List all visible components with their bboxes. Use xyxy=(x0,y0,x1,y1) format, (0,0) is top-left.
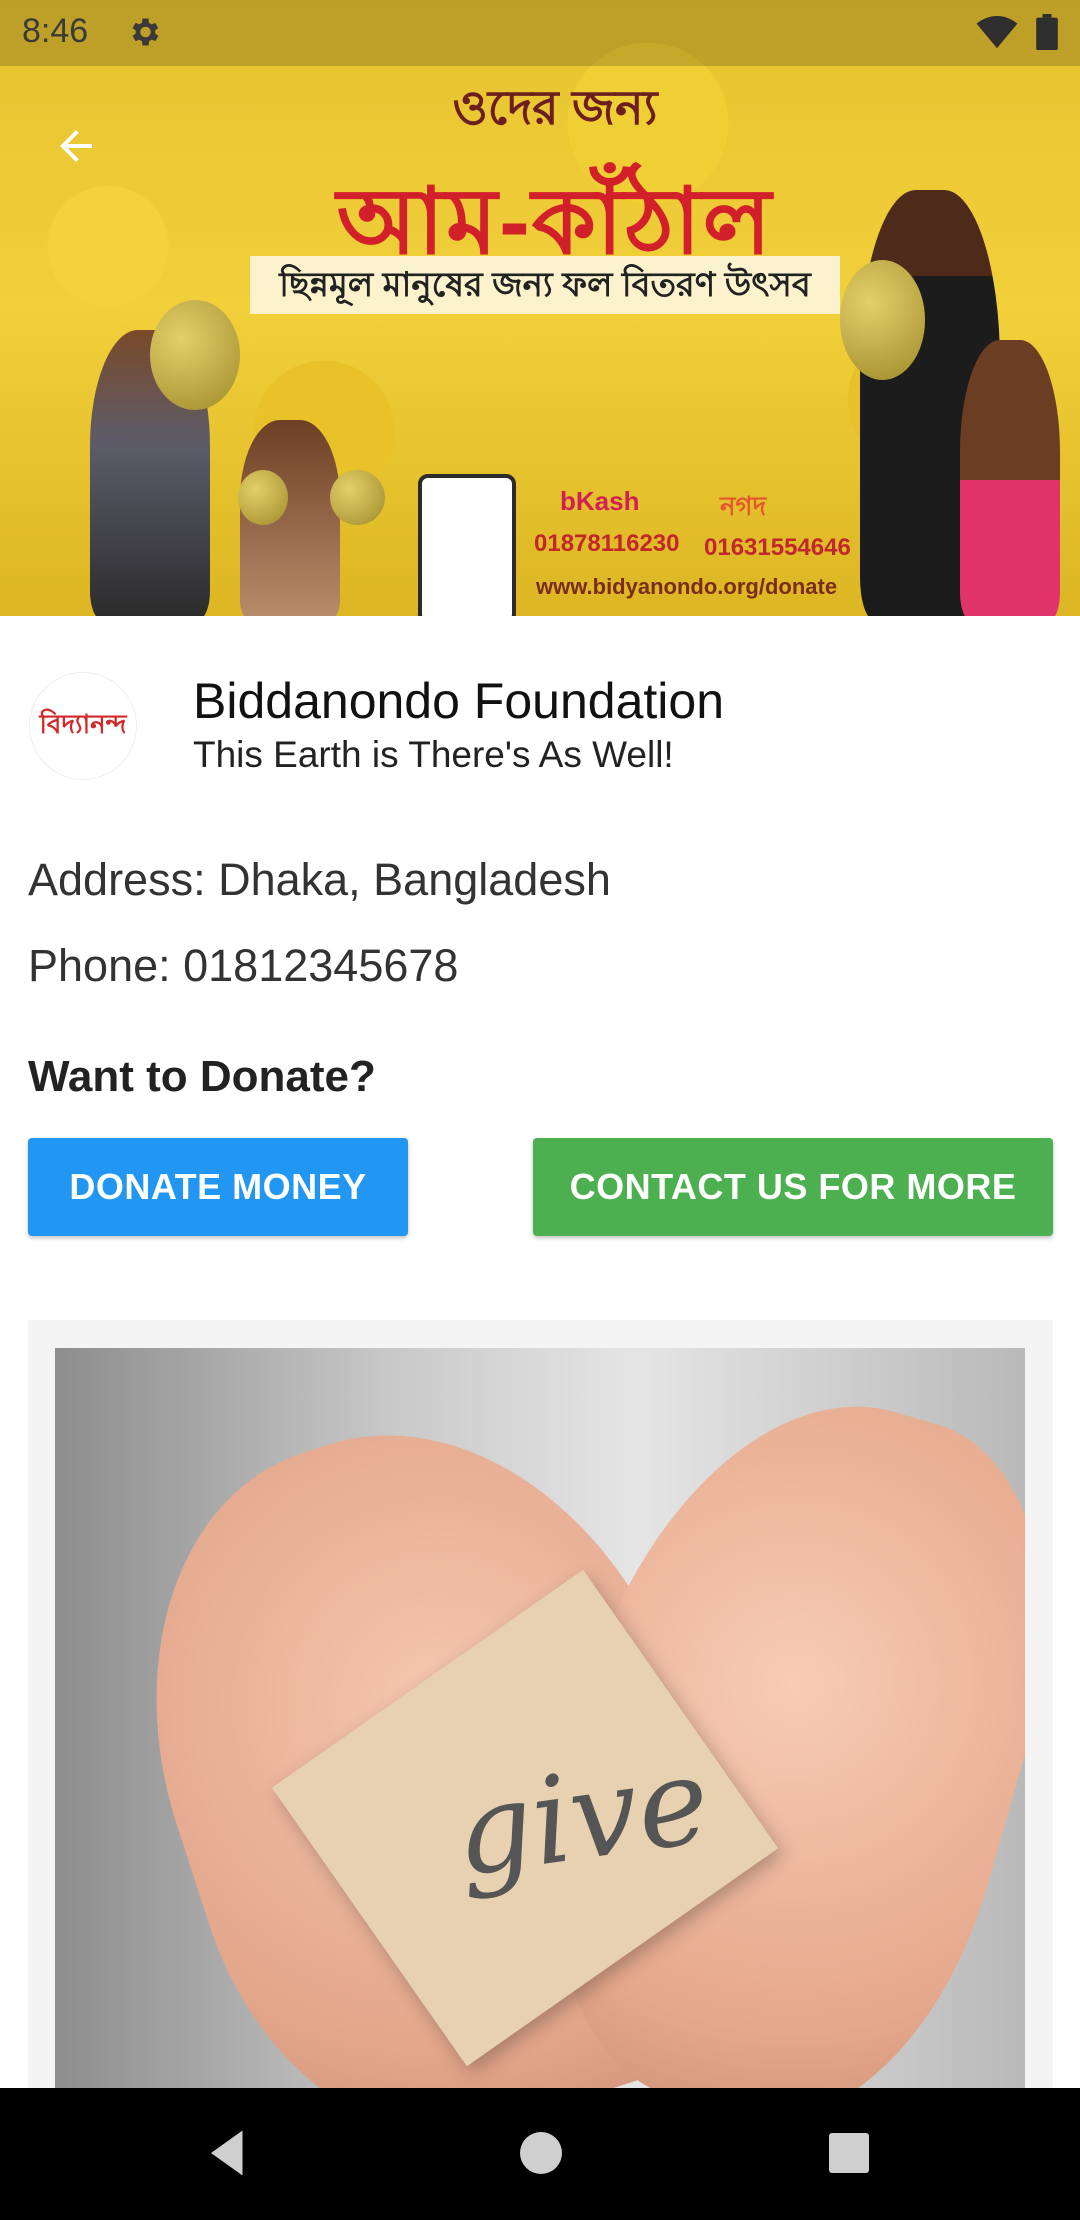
give-hands-image: give xyxy=(55,1348,1025,2088)
nagad-number: 01631554646 xyxy=(704,534,851,561)
org-logo-text: বিদ্যানন্দ xyxy=(39,709,127,739)
org-logo: বিদ্যানন্দ xyxy=(30,673,136,779)
battery-icon xyxy=(1036,14,1058,50)
org-tagline: This Earth is There's As Well! xyxy=(193,734,674,775)
nav-home-icon[interactable] xyxy=(520,2132,562,2174)
poster-subheadline: ছিন্নমূল মানুষের জন্য ফল বিতরণ উৎসব xyxy=(250,256,840,314)
arrow-left-icon xyxy=(60,130,92,162)
org-name: Biddanondo Foundation xyxy=(193,673,725,729)
status-time: 8:46 xyxy=(22,12,89,50)
phone-donate-graphic xyxy=(418,474,516,616)
banner-girl-figure xyxy=(960,340,1060,616)
poster-headline-small: ওদের জন্য xyxy=(452,82,658,135)
address-text: Address: Dhaka, Bangladesh xyxy=(28,854,611,905)
nagad-logo: নগদ xyxy=(720,491,767,521)
nav-back-icon[interactable] xyxy=(202,2126,256,2180)
bkash-number: 01878116230 xyxy=(534,530,680,557)
header-banner-image: ওদের জন্য আম-কাঁঠাল ছিন্নমূল মানুষের জন্… xyxy=(0,0,1080,616)
donate-money-button[interactable]: DONATE MONEY xyxy=(28,1138,408,1236)
nav-recents-icon[interactable] xyxy=(829,2133,869,2173)
wifi-icon xyxy=(976,16,1018,49)
donate-heading: Want to Donate? xyxy=(28,1052,376,1101)
mango-graphic xyxy=(238,470,288,525)
jackfruit-graphic xyxy=(150,300,240,410)
jackfruit-graphic xyxy=(840,260,925,380)
contact-us-button[interactable]: CONTACT US FOR MORE xyxy=(533,1138,1053,1236)
bkash-logo: bKash xyxy=(560,486,640,516)
back-button[interactable] xyxy=(40,110,112,182)
settings-gear-icon xyxy=(132,18,159,46)
mango-graphic xyxy=(330,470,385,525)
donate-url: www.bidyanondo.org/donate xyxy=(536,574,838,599)
phone-text: Phone: 01812345678 xyxy=(28,940,459,991)
status-bar: 8:46 xyxy=(0,0,1080,66)
